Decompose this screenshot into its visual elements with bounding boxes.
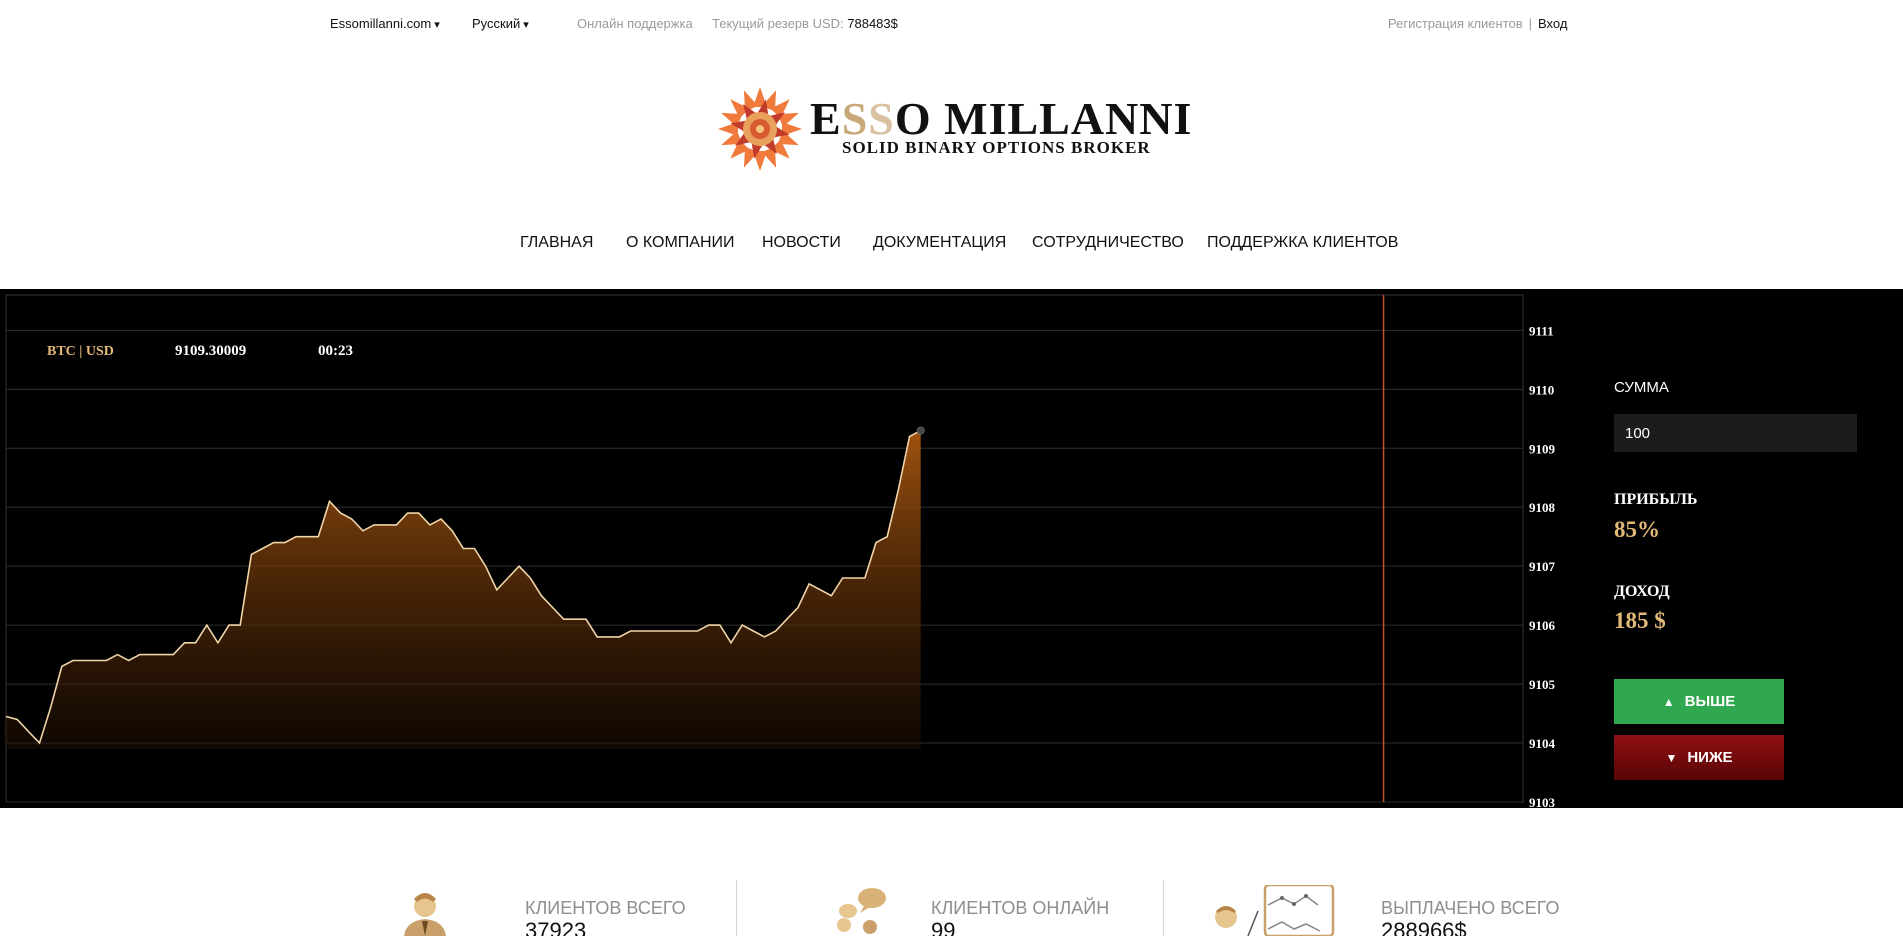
call-up-button[interactable]: ▲ ВЫШЕ [1614,679,1784,724]
arrow-up-icon: ▲ [1662,694,1675,709]
price-area [6,430,921,749]
site-logo[interactable]: ESSO MILLANNI SOLID BINARY OPTIONS BROKE… [714,84,1191,174]
put-down-button[interactable]: ▼ НИЖЕ [1614,735,1784,780]
reserve-info: Текущий резерв USD: 788483$ [712,16,898,31]
arrow-down-icon: ▼ [1665,750,1678,765]
nav-item-home[interactable]: ГЛАВНАЯ [520,234,593,252]
y-axis-ticks: 9111 9110 9109 9108 9107 9106 9105 9104 9103 [1529,323,1556,808]
logo-letter-e: E [810,93,842,144]
stat-total-clients: КЛИЕНТОВ ВСЕГО 37923 [400,870,730,936]
stat-online-clients-title: КЛИЕНТОВ ОНЛАЙН [931,898,1110,918]
presentation-chart-icon [1215,885,1335,936]
logo-letter-s2: S [868,93,895,144]
nav-item-news[interactable]: НОВОСТИ [762,234,841,252]
nav-item-about[interactable]: О КОМПАНИИ [626,234,735,252]
stat-total-clients-title: КЛИЕНТОВ ВСЕГО [525,898,686,918]
current-price-point [916,426,925,435]
logo-name-rest: O MILLANNI [894,93,1193,144]
down-button-label: НИЖЕ [1687,749,1733,766]
nav-item-docs[interactable]: ДОКУМЕНТАЦИЯ [873,234,1006,252]
y-tick-label: 9107 [1529,559,1556,574]
stat-total-paid-title: ВЫПЛАЧЕНО ВСЕГО [1381,898,1560,918]
auth-separator: | [1528,16,1533,31]
site-selector[interactable]: Essomillanni.com [330,16,440,31]
top-bar: Essomillanni.com Русский Онлайн поддержк… [0,0,1903,48]
stats-divider [1163,880,1164,936]
stat-total-paid-value: 288966$ [1381,918,1467,936]
profit-value: 85% [1614,517,1660,542]
nav-item-partnership[interactable]: СОТРУДНИЧЕСТВО [1032,234,1184,252]
amount-label: СУММА [1614,379,1669,396]
y-tick-label: 9110 [1529,382,1554,397]
flower-emblem-icon [718,87,802,171]
y-tick-label: 9105 [1529,677,1556,692]
stat-total-clients-value: 37923 [525,918,587,936]
ticker-price: 9109.30009 [175,343,246,359]
y-tick-label: 9111 [1529,323,1554,338]
up-button-label: ВЫШЕ [1684,693,1736,710]
y-tick-label: 9104 [1529,736,1556,751]
profit-label: ПРИБЫЛЬ [1614,491,1698,508]
login-link[interactable]: Вход [1538,16,1567,31]
ticker-pair: BTC | USD [47,344,114,359]
reserve-label: Текущий резерв USD: [712,16,844,31]
y-tick-label: 9106 [1529,618,1556,633]
logo-tagline: SOLID BINARY OPTIONS BROKER [842,138,1151,157]
auth-links: Регистрация клиентов | Вход [1388,16,1567,31]
price-chart[interactable]: 9111 9110 9109 9108 9107 9106 9105 9104 9103 BTC… [0,289,1580,808]
register-link[interactable]: Регистрация клиентов [1388,16,1523,31]
online-support-link[interactable]: Онлайн поддержка [577,16,693,31]
y-tick-label: 9108 [1529,500,1556,515]
stats-row: КЛИЕНТОВ ВСЕГО 37923 КЛИЕНТОВ ОНЛАЙН 99 … [0,870,1903,936]
ticker-timer: 00:23 [318,343,353,359]
chat-users-icon [837,888,886,934]
stat-total-paid: ВЫПЛАЧЕНО ВСЕГО 288966$ [1210,870,1610,936]
stats-divider [736,880,737,936]
stat-online-clients: КЛИЕНТОВ ОНЛАЙН 99 [830,870,1180,936]
stat-online-clients-value: 99 [931,918,956,936]
amount-input[interactable] [1614,414,1857,452]
logo-letter-s1: S [841,93,869,144]
nav-item-support[interactable]: ПОДДЕРЖКА КЛИЕНТОВ [1207,234,1398,252]
language-selector[interactable]: Русский [472,16,529,31]
main-nav: ГЛАВНАЯ О КОМПАНИИ НОВОСТИ ДОКУМЕНТАЦИЯ … [0,234,1903,258]
trading-area: 9111 9110 9109 9108 9107 9106 9105 9104 9103 BTC… [0,289,1903,808]
income-value: 185 $ [1614,608,1666,633]
trade-panel: СУММА ПРИБЫЛЬ 85% ДОХОД 185 $ ▲ ВЫШЕ ▼ НИЖ… [1614,289,1874,808]
y-tick-label: 9109 [1529,441,1556,456]
client-avatar-icon [404,893,446,936]
y-tick-label: 9103 [1529,795,1556,808]
reserve-value: 788483$ [847,16,898,31]
income-label: ДОХОД [1614,583,1670,600]
